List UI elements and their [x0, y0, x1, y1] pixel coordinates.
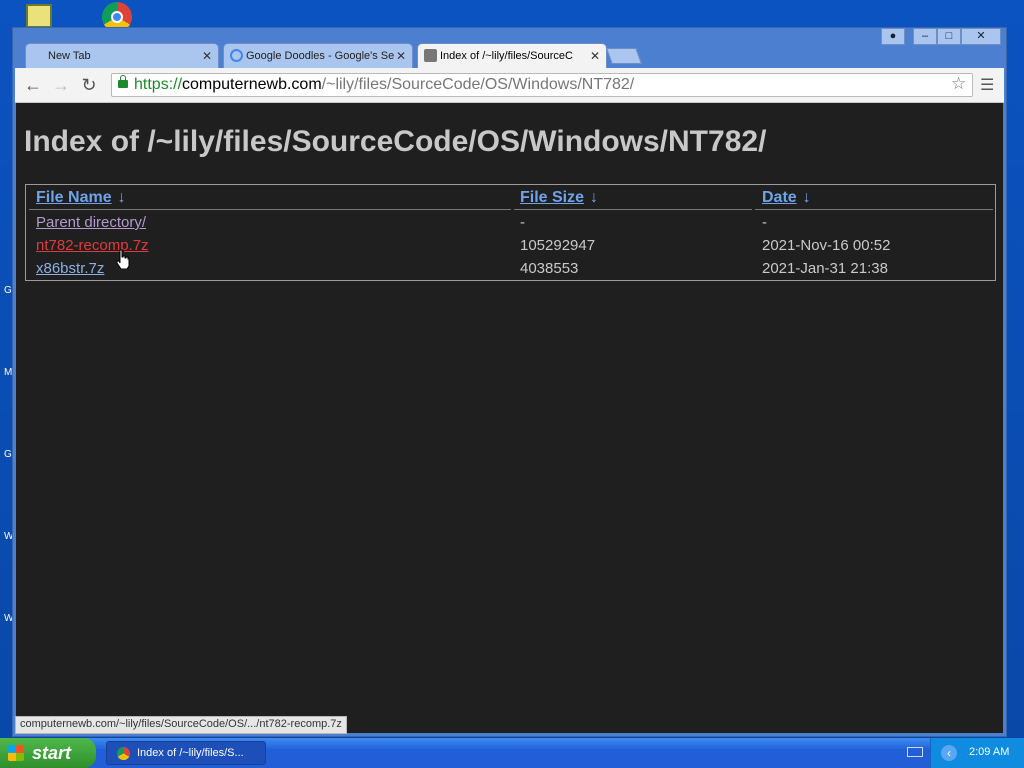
file-link-parent[interactable]: Parent directory/	[36, 214, 146, 231]
file-date: 2021-Nov-16 00:52	[762, 237, 891, 254]
file-link-x86bstr[interactable]: x86bstr.7z	[36, 260, 104, 277]
browser-toolbar: ← → ↻ https://computernewb.com/~lily/fil…	[15, 68, 1004, 103]
header-divider	[514, 209, 752, 210]
menu-icon[interactable]: ☰	[980, 75, 994, 95]
file-size: -	[520, 214, 525, 231]
url-scheme: https://	[134, 76, 183, 93]
close-icon[interactable]: ✕	[590, 49, 600, 63]
close-icon[interactable]: ✕	[396, 49, 406, 63]
maximize-button[interactable]: □	[937, 28, 961, 45]
page-content: Index of /~lily/files/SourceCode/OS/Wind…	[16, 103, 1003, 733]
forward-arrow-icon[interactable]: →	[51, 75, 71, 95]
header-divider	[755, 209, 993, 210]
tab-title: Google Doodles - Google's Se	[246, 50, 395, 62]
bookmark-star-icon[interactable]: ☆	[951, 74, 966, 94]
hand-cursor-icon	[116, 249, 130, 270]
lock-icon	[118, 75, 128, 88]
desktop-edge-label: G	[4, 285, 12, 296]
taskbar: start Index of /~lily/files/S... ‹ 2:09 …	[0, 738, 1024, 768]
page-icon	[424, 49, 437, 62]
file-date: 2021-Jan-31 21:38	[762, 260, 888, 277]
close-window-button[interactable]: ✕	[961, 28, 1001, 45]
user-icon[interactable]: ●	[881, 28, 905, 45]
file-listing-table: File Name ↓ File Size ↓ Date ↓ Parent direc…	[25, 184, 996, 281]
taskbar-window-title: Index of /~lily/files/S...	[137, 747, 244, 759]
column-header-name[interactable]: File Name ↓	[36, 189, 126, 207]
file-date: -	[762, 214, 767, 231]
tab-index-of[interactable]: Index of /~lily/files/SourceC ✕	[417, 43, 607, 68]
page-title: Index of /~lily/files/SourceCode/OS/Wind…	[24, 125, 767, 158]
address-bar[interactable]: https://computernewb.com/~lily/files/Sou…	[111, 73, 973, 97]
column-header-label: File Size	[520, 189, 585, 206]
sort-arrow-icon: ↓	[802, 189, 811, 206]
tab-title: Index of /~lily/files/SourceC	[440, 50, 573, 62]
tab-google-doodles[interactable]: Google Doodles - Google's Se ✕	[223, 43, 413, 68]
browser-window: New Tab ✕ Google Doodles - Google's Se ✕…	[12, 27, 1007, 737]
desktop-edge-label: G	[4, 449, 12, 460]
file-link-nt782-recomp[interactable]: nt782-recomp.7z	[36, 237, 149, 254]
column-header-date[interactable]: Date ↓	[762, 189, 811, 207]
sort-arrow-icon: ↓	[590, 189, 599, 206]
keyboard-icon[interactable]	[907, 747, 923, 757]
minimize-button[interactable]: –	[913, 28, 937, 45]
file-size: 105292947	[520, 237, 596, 254]
reload-icon[interactable]: ↻	[79, 75, 99, 95]
tab-title: New Tab	[48, 50, 91, 62]
tab-new-tab[interactable]: New Tab ✕	[25, 43, 219, 68]
file-size: 4038553	[520, 260, 579, 277]
column-header-label: Date	[762, 189, 797, 206]
chrome-icon	[117, 747, 130, 760]
column-header-label: File Name	[36, 189, 112, 206]
clock: 2:09 AM	[969, 746, 1010, 758]
system-tray: ‹ 2:09 AM	[907, 738, 1024, 768]
url-host: computernewb.com	[182, 76, 322, 93]
start-button[interactable]: start	[0, 738, 96, 768]
new-tab-button[interactable]	[606, 48, 642, 64]
chevron-left-icon[interactable]: ‹	[941, 745, 957, 761]
google-icon	[230, 49, 243, 62]
url-path: /~lily/files/SourceCode/OS/Windows/NT782…	[321, 76, 635, 93]
back-arrow-icon[interactable]: ←	[23, 75, 43, 95]
tab-strip: New Tab ✕ Google Doodles - Google's Se ✕…	[13, 28, 1006, 68]
sort-arrow-icon: ↓	[117, 189, 126, 206]
status-bar-url: computernewb.com/~lily/files/SourceCode/…	[15, 716, 347, 734]
header-divider	[29, 209, 511, 210]
taskbar-window-button[interactable]: Index of /~lily/files/S...	[106, 741, 266, 765]
start-label: start	[32, 743, 72, 763]
windows-logo-icon	[8, 745, 24, 761]
desktop-app-icon[interactable]	[26, 4, 52, 28]
close-icon[interactable]: ✕	[202, 49, 212, 63]
column-header-size[interactable]: File Size ↓	[520, 189, 598, 207]
